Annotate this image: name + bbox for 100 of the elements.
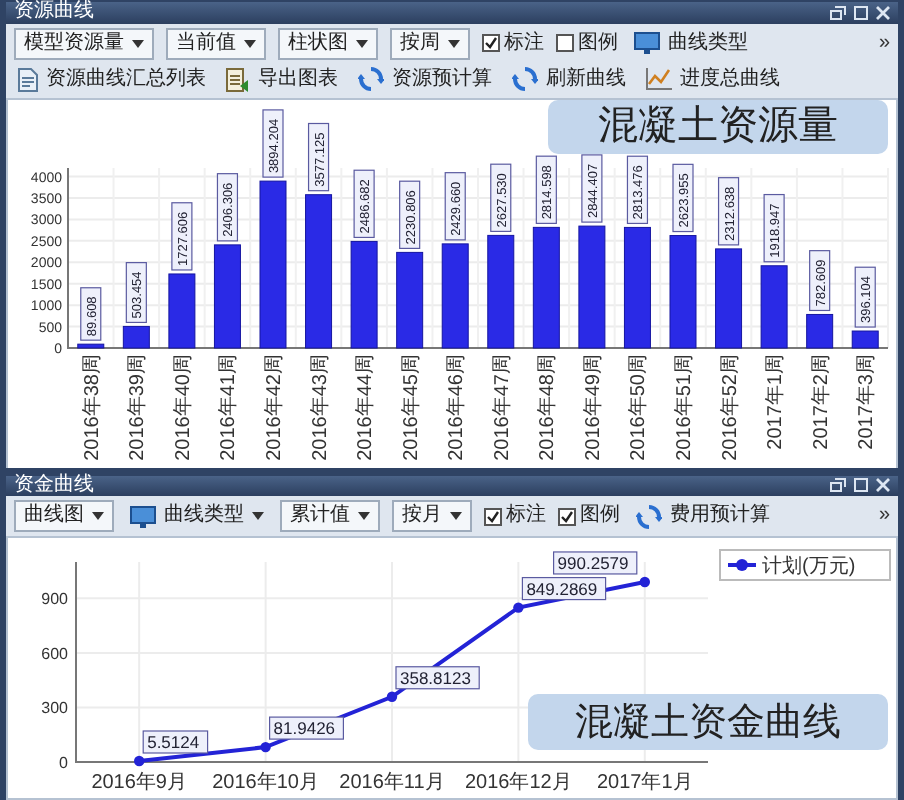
value-label: 358.8123 — [395, 666, 480, 690]
legend: 计划(万元) — [719, 549, 891, 581]
refresh-icon — [636, 503, 662, 529]
dropdown[interactable]: 按周 — [390, 27, 470, 59]
bar — [350, 239, 378, 348]
dropdown[interactable]: 按月 — [392, 500, 472, 532]
checkbox[interactable]: 标注 — [482, 33, 544, 53]
bar — [487, 233, 515, 348]
x-axis-label: 2016年46周 — [446, 353, 469, 460]
x-axis-label: 2017年1周 — [765, 353, 788, 449]
x-axis-label: 2016年38周 — [81, 353, 104, 460]
x-axis-label: 2017年1月 — [597, 772, 693, 794]
x-axis-label: 2016年41周 — [218, 353, 241, 460]
x-axis-label: 2017年3周 — [856, 353, 879, 449]
value-label: 5.5124 — [142, 730, 209, 754]
data-point — [513, 602, 524, 613]
y-tick-label: 0 — [59, 754, 68, 772]
line-chart-icon — [646, 68, 672, 90]
x-axis-label: 2016年9月 — [91, 772, 187, 794]
dropdown[interactable]: 曲线图 — [14, 500, 114, 532]
restore-icon[interactable] — [830, 5, 846, 20]
monitor-icon — [634, 32, 660, 54]
maximize-icon[interactable] — [854, 478, 868, 493]
data-point — [260, 741, 271, 753]
y-tick-label: 300 — [41, 699, 68, 718]
x-axis-label: 2016年10月 — [212, 772, 319, 794]
toolbar-button[interactable]: 资源曲线汇总列表 — [14, 63, 210, 95]
data-point — [134, 755, 145, 767]
x-axis-label: 2016年11月 — [339, 772, 445, 794]
x-axis-label: 2016年51周 — [674, 353, 696, 460]
dropdown[interactable]: 累计值 — [280, 500, 380, 532]
callout: 混凝土资源量 — [548, 99, 888, 153]
bar — [851, 329, 879, 348]
x-axis-label: 2016年44周 — [355, 353, 378, 460]
bar — [213, 243, 241, 348]
legend-label: 计划(万元) — [762, 554, 856, 578]
data-point — [639, 576, 650, 588]
refresh-icon — [358, 66, 384, 92]
bar — [122, 324, 150, 348]
checkbox[interactable]: 图例 — [556, 33, 618, 53]
monitor-icon — [130, 505, 156, 527]
bar — [77, 342, 105, 348]
bar — [396, 250, 424, 348]
value-label: 990.2579 — [553, 551, 638, 575]
panel-title: 资金曲线 — [14, 475, 94, 496]
checkbox[interactable]: 标注 — [484, 506, 546, 526]
export-icon — [226, 67, 250, 91]
overflow-button[interactable]: » — [878, 506, 890, 526]
toolbar-button[interactable]: 资源预计算 — [354, 63, 496, 95]
bar — [441, 242, 469, 348]
caret-icon — [358, 512, 370, 520]
toolbar-button[interactable]: 曲线类型 — [630, 27, 752, 59]
checkbox[interactable]: 图例 — [558, 506, 620, 526]
overflow-button[interactable]: » — [878, 33, 890, 53]
bar — [715, 247, 743, 348]
toolbar-button[interactable]: 曲线类型 — [126, 500, 268, 532]
toolbar-button[interactable]: 进度总曲线 — [642, 63, 784, 95]
dropdown[interactable]: 柱状图 — [278, 27, 378, 59]
bar — [760, 264, 788, 348]
bar — [578, 224, 606, 348]
dropdown[interactable]: 模型资源量 — [14, 27, 154, 59]
bar — [623, 225, 651, 348]
toolbar-button[interactable]: 刷新曲线 — [508, 63, 630, 95]
x-axis-label: 2016年47周 — [491, 353, 514, 460]
caret-icon — [448, 39, 460, 47]
close-icon[interactable] — [876, 5, 890, 20]
x-axis-label: 2016年40周 — [172, 353, 195, 460]
bar — [669, 234, 697, 348]
x-axis-label: 2016年39周 — [127, 353, 150, 460]
x-axis-label: 2016年50周 — [628, 353, 651, 460]
data-point — [386, 691, 398, 702]
caret-icon — [132, 39, 144, 47]
x-axis-label: 2016年12月 — [465, 772, 572, 794]
caret-icon — [244, 39, 256, 47]
document-icon — [18, 67, 38, 91]
x-axis-label: 2016年52周 — [719, 353, 742, 460]
dropdown[interactable]: 当前值 — [166, 27, 266, 59]
x-axis-label: 2016年45周 — [400, 353, 423, 460]
x-axis-label: 2016年42周 — [264, 353, 286, 460]
x-axis-label: 2017年2周 — [810, 353, 833, 449]
refresh-icon — [512, 66, 538, 92]
toolbar-button[interactable]: 费用预计算 — [632, 500, 774, 532]
caret-icon — [450, 512, 462, 520]
panel-title: 资源曲线 — [14, 2, 94, 23]
x-axis-label: 2016年48周 — [537, 353, 560, 460]
caret-icon — [252, 512, 264, 520]
close-icon[interactable] — [876, 478, 890, 493]
maximize-icon[interactable] — [854, 5, 868, 20]
x-axis-label: 2016年49周 — [582, 353, 605, 460]
bar — [532, 225, 560, 348]
value-label: 849.2869 — [521, 577, 607, 601]
restore-icon[interactable] — [830, 478, 846, 493]
y-tick-label: 900 — [41, 590, 68, 609]
caret-icon — [356, 39, 368, 47]
x-axis-label: 2016年43周 — [309, 353, 332, 460]
toolbar-button[interactable]: 导出图表 — [222, 63, 342, 95]
y-tick-label: 600 — [41, 644, 68, 663]
caret-icon — [92, 512, 104, 520]
bar — [168, 272, 196, 348]
callout: 混凝土资金曲线 — [528, 694, 888, 750]
